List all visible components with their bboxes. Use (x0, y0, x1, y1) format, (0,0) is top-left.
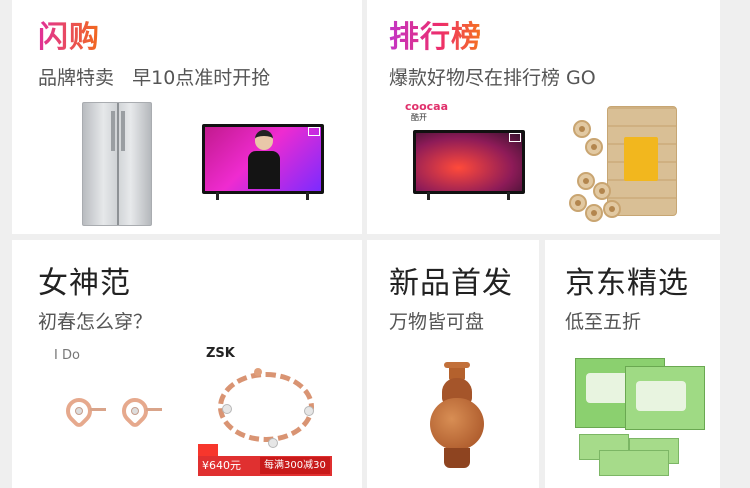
goddess-style-card[interactable]: 女神范 初春怎么穿？ I Do ZSK ¥640元 每满300减30 (12, 240, 362, 488)
coocaa-logo-cn: 酷开 (411, 113, 427, 122)
price-tag: ¥640元 每满300减30 (198, 444, 332, 476)
bracelet-brand-logo: ZSK (206, 346, 235, 361)
new-products-subtitle: 万物皆可盘 (389, 311, 485, 333)
goddess-style-title: 女神范 (38, 266, 131, 301)
refrigerator-image (82, 102, 152, 226)
earring-brand-logo: I Do (54, 348, 80, 363)
jd-select-card[interactable]: 京东精选 低至五折 (545, 240, 720, 488)
tv-image (202, 124, 324, 204)
flash-sale-title: 闪购 (38, 20, 100, 55)
flash-sale-subtitle: 品牌特卖 早10点准时开抢 (38, 67, 271, 89)
tissue-image (569, 352, 709, 478)
tv-image (413, 130, 525, 206)
bracelet-price: ¥640元 (202, 459, 241, 472)
earrings-image (60, 390, 182, 450)
ranking-subtitle: 爆款好物尽在排行榜 GO (389, 67, 596, 89)
ranking-title: 排行榜 (389, 20, 482, 55)
ranking-card[interactable]: 排行榜 爆款好物尽在排行榜 GO coocaa 酷开 (367, 0, 720, 234)
goddess-style-subtitle: 初春怎么穿？ (38, 311, 153, 333)
new-products-card[interactable]: 新品首发 万物皆可盘 (367, 240, 539, 488)
new-products-title: 新品首发 (389, 266, 513, 301)
flash-sale-card[interactable]: 闪购 品牌特卖 早10点准时开抢 (12, 0, 362, 234)
bracelet-image: ¥640元 每满300减30 (198, 360, 338, 478)
toilet-paper-image (563, 100, 703, 228)
vase-image (427, 362, 487, 472)
jd-select-title: 京东精选 (565, 266, 689, 301)
bracelet-promo: 每满300减30 (260, 457, 330, 474)
jd-select-subtitle: 低至五折 (565, 311, 642, 333)
